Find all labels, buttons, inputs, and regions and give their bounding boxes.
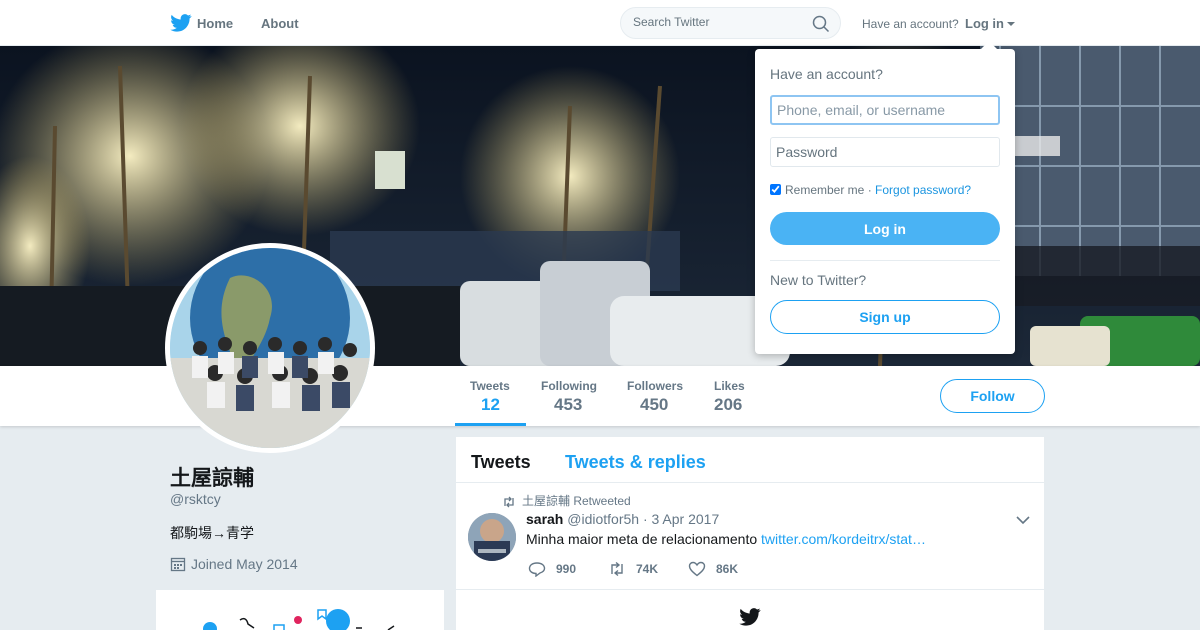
- like-count: 86K: [716, 562, 739, 576]
- retweet-icon: [504, 496, 514, 508]
- emoji-decoration-card: [156, 590, 444, 630]
- stat-following[interactable]: Following 453: [541, 379, 597, 415]
- active-tab-underline: [455, 423, 526, 426]
- tweet-link[interactable]: twitter.com/kordeitrx/stat…: [761, 531, 926, 547]
- signup-button[interactable]: Sign up: [770, 300, 1000, 334]
- remember-me-row: Remember me · Forgot password?: [770, 183, 971, 197]
- login-dropdown-toggle[interactable]: Log in: [965, 16, 1015, 31]
- stat-tweets[interactable]: Tweets 12: [470, 379, 510, 415]
- nav-home-link[interactable]: Home: [197, 16, 233, 31]
- tweet-separator: ·: [642, 511, 652, 527]
- timeline-tabs: Tweets Tweets & replies: [456, 437, 1044, 483]
- stat-value: 206: [714, 395, 743, 414]
- profile-handle[interactable]: @rsktcy: [170, 491, 221, 507]
- search-input[interactable]: [633, 15, 803, 29]
- stat-likes[interactable]: Likes 206: [714, 379, 745, 415]
- tweet-author-avatar[interactable]: [468, 513, 516, 561]
- stat-label: Likes: [714, 379, 745, 393]
- decorative-emoji-icon: [203, 609, 395, 630]
- twitter-bird-icon[interactable]: [170, 14, 192, 32]
- avatar-image: [170, 248, 370, 448]
- stat-label: Followers: [627, 379, 684, 393]
- heart-icon: [688, 561, 706, 577]
- tweet-item[interactable]: 土屋諒輔 Retweeted sarah @idiotfor5h · 3 Apr…: [456, 483, 1044, 590]
- have-account-text: Have an account?: [862, 17, 959, 31]
- remember-separator: ·: [864, 183, 876, 197]
- username-input[interactable]: [770, 95, 1000, 125]
- stat-label: Tweets: [470, 379, 510, 393]
- new-to-twitter-text: New to Twitter?: [770, 272, 867, 288]
- tweet-author-handle[interactable]: @idiotfor5h: [567, 511, 639, 527]
- stat-label: Following: [541, 379, 597, 393]
- retweet-action[interactable]: 74K: [608, 561, 658, 577]
- tweet-date[interactable]: 3 Apr 2017: [652, 511, 720, 527]
- forgot-password-link[interactable]: Forgot password?: [875, 183, 971, 197]
- divider: [770, 260, 1000, 261]
- stat-value: 453: [554, 395, 583, 414]
- reply-action[interactable]: 990: [528, 561, 577, 578]
- tweet-header: sarah @idiotfor5h · 3 Apr 2017: [526, 511, 719, 527]
- search-icon[interactable]: [812, 15, 830, 33]
- remember-me-checkbox[interactable]: [770, 184, 781, 195]
- profile-joined: Joined May 2014: [170, 556, 298, 572]
- reply-icon: [528, 562, 546, 578]
- retweet-icon: [611, 561, 623, 577]
- profile-avatar[interactable]: [165, 243, 375, 453]
- stat-value: 12: [481, 395, 500, 414]
- login-dropdown-title: Have an account?: [770, 66, 883, 82]
- top-nav: Home About Have an account? Log in: [0, 0, 1200, 46]
- login-toggle-label: Log in: [965, 16, 1004, 31]
- timeline: Tweets Tweets & replies 土屋諒輔 Retweeted s…: [456, 437, 1044, 630]
- search-box: [620, 7, 841, 39]
- tab-tweets-and-replies[interactable]: Tweets & replies: [565, 452, 706, 473]
- login-button[interactable]: Log in: [770, 212, 1000, 245]
- password-input[interactable]: [770, 137, 1000, 167]
- tweet-text: Minha maior meta de relacionamento twitt…: [526, 531, 926, 547]
- tab-tweets[interactable]: Tweets: [471, 452, 531, 473]
- chevron-down-icon[interactable]: [1016, 515, 1030, 525]
- tweet-author-name[interactable]: sarah: [526, 511, 563, 527]
- retweet-context-text: 土屋諒輔 Retweeted: [522, 494, 631, 508]
- remember-me-label[interactable]: Remember me: [785, 183, 864, 197]
- tweet-text-body: Minha maior meta de relacionamento: [526, 531, 762, 547]
- stat-value: 450: [640, 395, 669, 414]
- nav-about-link[interactable]: About: [261, 16, 299, 31]
- caret-down-icon: [1007, 22, 1015, 26]
- calendar-icon: [170, 557, 186, 572]
- reply-count: 990: [556, 562, 577, 576]
- joined-date: Joined May 2014: [191, 556, 298, 572]
- twitter-bird-icon: [739, 608, 761, 626]
- like-action[interactable]: 86K: [688, 561, 738, 577]
- login-dropdown: Have an account? Remember me · Forgot pa…: [755, 41, 1015, 354]
- stat-followers[interactable]: Followers 450: [627, 379, 683, 415]
- retweet-context: 土屋諒輔 Retweeted: [502, 492, 631, 509]
- retweet-count: 74K: [636, 562, 659, 576]
- follow-button[interactable]: Follow: [940, 379, 1045, 413]
- profile-display-name[interactable]: 土屋諒輔: [170, 462, 254, 492]
- profile-bio: 都駒場→青学: [170, 525, 254, 541]
